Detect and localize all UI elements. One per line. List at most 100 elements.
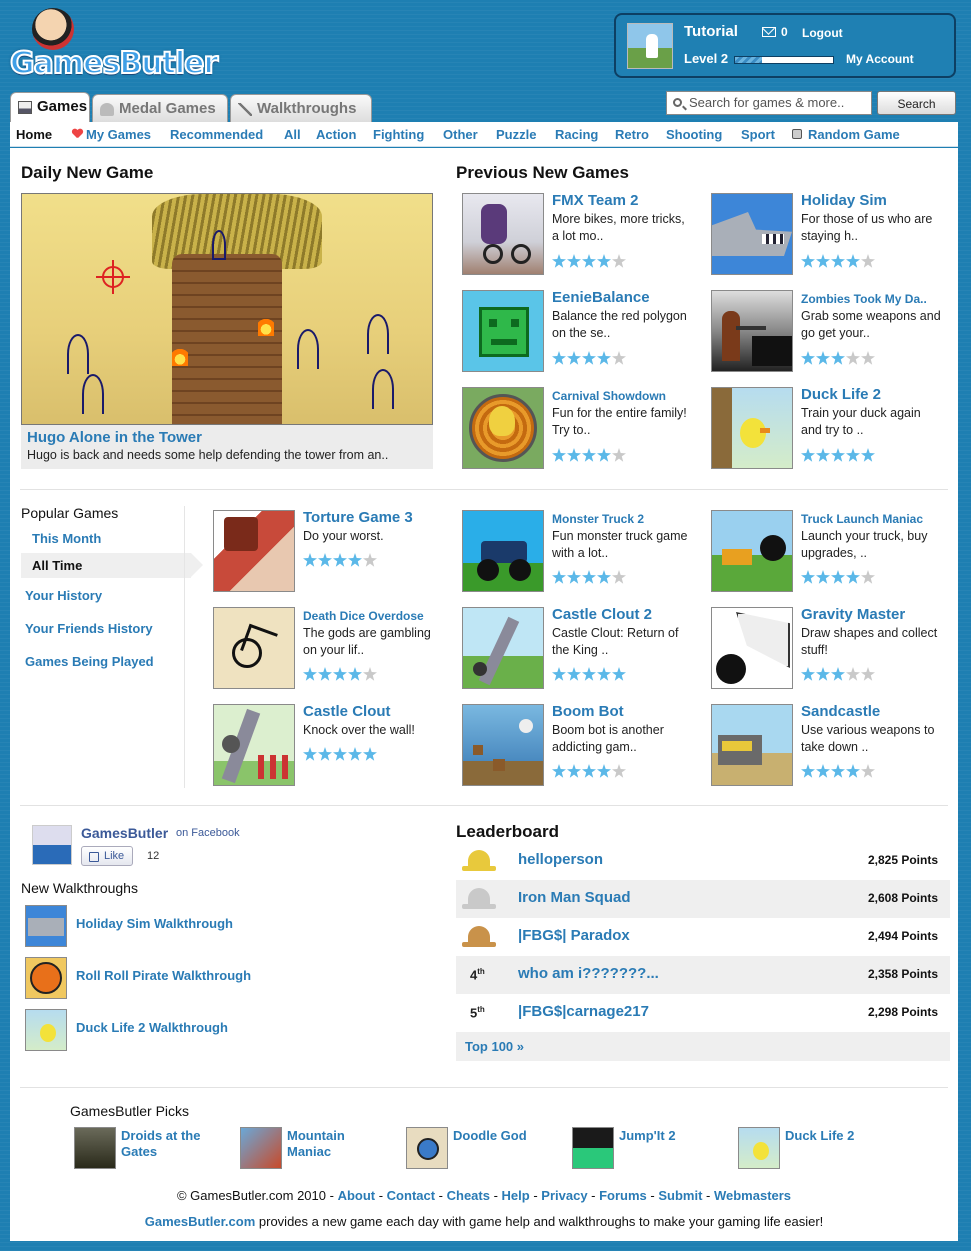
leader-name[interactable]: who am i???????...: [518, 965, 659, 982]
top-100-link[interactable]: Top 100 »: [456, 1032, 950, 1061]
game-title[interactable]: Castle Clout 2: [552, 606, 652, 623]
message-count[interactable]: 0: [781, 25, 788, 39]
filter-friends-history[interactable]: Your Friends History: [25, 621, 153, 636]
facebook-avatar[interactable]: [32, 825, 72, 865]
user-avatar[interactable]: [627, 23, 673, 69]
pick-title[interactable]: Mountain Maniac: [287, 1128, 387, 1160]
footer-submit[interactable]: Submit: [658, 1188, 702, 1203]
game-title[interactable]: Castle Clout: [303, 703, 391, 720]
pick-title[interactable]: Droids at the Gates: [121, 1128, 221, 1160]
facebook-on[interactable]: on Facebook: [176, 827, 240, 839]
game-title[interactable]: Zombies Took My Da..: [801, 292, 927, 306]
game-thumb[interactable]: [213, 607, 295, 689]
pick-thumb[interactable]: [406, 1127, 448, 1169]
nav-sport[interactable]: Sport: [741, 127, 775, 142]
footer-cheats[interactable]: Cheats: [447, 1188, 490, 1203]
walkthrough-thumb[interactable]: [25, 905, 67, 947]
nav-recommended[interactable]: Recommended: [170, 127, 263, 142]
leader-name[interactable]: helloperson: [518, 851, 603, 868]
game-thumb[interactable]: [711, 607, 793, 689]
leader-name[interactable]: |FBG$|carnage217: [518, 1003, 649, 1020]
logout-link[interactable]: Logout: [802, 26, 843, 40]
game-thumb[interactable]: [213, 510, 295, 592]
filter-all-time[interactable]: All Time: [21, 553, 203, 578]
footer-privacy[interactable]: Privacy: [541, 1188, 587, 1203]
site-logo[interactable]: GamesButler: [9, 6, 219, 88]
tab-games[interactable]: Games: [10, 92, 90, 122]
footer-contact[interactable]: Contact: [387, 1188, 435, 1203]
game-title[interactable]: FMX Team 2: [552, 192, 638, 209]
daily-game-caption[interactable]: Hugo Alone in the Tower Hugo is back and…: [21, 425, 433, 469]
walkthrough-link[interactable]: Holiday Sim Walkthrough: [76, 916, 233, 931]
tab-medal-games[interactable]: Medal Games: [92, 94, 228, 122]
game-thumb[interactable]: [213, 704, 295, 786]
game-title[interactable]: Torture Game 3: [303, 509, 413, 526]
nav-racing[interactable]: Racing: [555, 127, 598, 142]
footer-webmasters[interactable]: Webmasters: [714, 1188, 791, 1203]
pick-title[interactable]: Doodle God: [453, 1128, 553, 1144]
game-title[interactable]: Monster Truck 2: [552, 512, 644, 526]
walkthrough-thumb[interactable]: [25, 957, 67, 999]
game-title[interactable]: Truck Launch Maniac: [801, 512, 923, 526]
daily-heading: Daily New Game: [21, 163, 154, 182]
game-title[interactable]: Sandcastle: [801, 703, 880, 720]
search-input[interactable]: Search for games & more..: [666, 91, 872, 115]
pick-thumb[interactable]: [240, 1127, 282, 1169]
footer-about[interactable]: About: [338, 1188, 376, 1203]
nav-my-games[interactable]: My Games: [86, 127, 151, 142]
footer-site-link[interactable]: GamesButler.com: [145, 1214, 256, 1229]
game-title[interactable]: Duck Life 2: [801, 386, 881, 403]
game-thumb[interactable]: [462, 387, 544, 469]
leader-name[interactable]: Iron Man Squad: [518, 889, 631, 906]
daily-game-image[interactable]: [21, 193, 433, 425]
facebook-page-name[interactable]: GamesButler: [81, 825, 168, 841]
tab-walkthroughs[interactable]: Walkthroughs: [230, 94, 372, 122]
my-account-link[interactable]: My Account: [846, 52, 914, 66]
pick-thumb[interactable]: [738, 1127, 780, 1169]
nav-all[interactable]: All: [284, 127, 301, 142]
game-thumb[interactable]: [711, 510, 793, 592]
filter-your-history[interactable]: Your History: [25, 588, 102, 603]
game-thumb[interactable]: [462, 704, 544, 786]
pick-title[interactable]: Duck Life 2: [785, 1128, 885, 1144]
game-title[interactable]: Gravity Master: [801, 606, 905, 623]
nav-home[interactable]: Home: [16, 127, 52, 142]
game-thumb[interactable]: [711, 387, 793, 469]
nav-fighting[interactable]: Fighting: [373, 127, 424, 142]
game-thumb[interactable]: [462, 193, 544, 275]
username[interactable]: Tutorial: [684, 23, 738, 40]
nav-random-game[interactable]: Random Game: [792, 127, 900, 142]
footer-forums[interactable]: Forums: [599, 1188, 647, 1203]
footer-help[interactable]: Help: [502, 1188, 530, 1203]
pick-title[interactable]: Jump'It 2: [619, 1128, 719, 1144]
nav-action[interactable]: Action: [316, 127, 356, 142]
mail-icon[interactable]: [762, 27, 776, 37]
leader-name[interactable]: |FBG$| Paradox: [518, 927, 630, 944]
filter-this-month[interactable]: This Month: [32, 531, 101, 546]
pick-thumb[interactable]: [74, 1127, 116, 1169]
game-thumb[interactable]: [711, 704, 793, 786]
game-title[interactable]: Boom Bot: [552, 703, 624, 720]
game-thumb[interactable]: [711, 193, 793, 275]
search-button[interactable]: Search: [877, 91, 956, 115]
nav-shooting[interactable]: Shooting: [666, 127, 722, 142]
walkthrough-link[interactable]: Duck Life 2 Walkthrough: [76, 1020, 228, 1035]
pick-thumb[interactable]: [572, 1127, 614, 1169]
filter-being-played[interactable]: Games Being Played: [25, 654, 154, 669]
daily-game-title[interactable]: Hugo Alone in the Tower: [27, 429, 202, 446]
game-title[interactable]: Holiday Sim: [801, 192, 887, 209]
facebook-like-button[interactable]: Like: [81, 846, 133, 866]
game-title[interactable]: Death Dice Overdose: [303, 609, 424, 623]
nav-puzzle[interactable]: Puzzle: [496, 127, 536, 142]
game-thumb[interactable]: [462, 607, 544, 689]
game-thumb[interactable]: [711, 290, 793, 372]
walkthrough-link[interactable]: Roll Roll Pirate Walkthrough: [76, 968, 251, 983]
nav-retro[interactable]: Retro: [615, 127, 649, 142]
game-title[interactable]: EenieBalance: [552, 289, 650, 306]
game-thumb[interactable]: [462, 510, 544, 592]
walkthrough-thumb[interactable]: [25, 1009, 67, 1051]
game-title[interactable]: Carnival Showdown: [552, 389, 666, 403]
rating-stars: [552, 351, 627, 365]
game-thumb[interactable]: [462, 290, 544, 372]
nav-other[interactable]: Other: [443, 127, 478, 142]
